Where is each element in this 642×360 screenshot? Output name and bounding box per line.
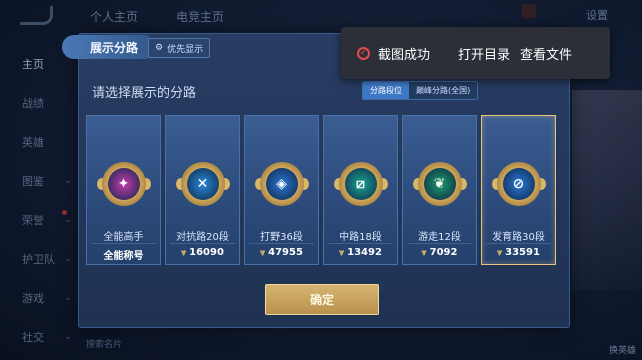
route-card-name: 游走12段 xyxy=(418,232,461,243)
route-card-value-text: 47955 xyxy=(268,247,303,258)
rank-points-icon: ⩔ xyxy=(260,248,266,258)
priority-display-button[interactable]: ⚙ 优先显示 xyxy=(148,38,211,58)
view-file-link[interactable]: 查看文件 xyxy=(520,44,572,63)
panel-title: 展示分路 xyxy=(90,40,139,55)
route-card[interactable]: ❦ 游走12段 ⩔ 7092 xyxy=(402,115,477,265)
segment-route-rank[interactable]: 分路段位 xyxy=(363,82,409,99)
route-card-name: 打野36段 xyxy=(260,232,303,243)
route-card-value: ⩔ 16090 xyxy=(166,247,239,258)
route-card[interactable]: ⧄ 中路18段 ⩔ 13492 xyxy=(323,115,398,265)
open-folder-link[interactable]: 打开目录 xyxy=(458,44,510,63)
route-card-value-text: 7092 xyxy=(429,247,458,258)
route-card[interactable]: ✦ 全能高手全能称号 xyxy=(86,115,161,265)
route-card-value-text: 13492 xyxy=(347,247,382,258)
route-card-value: 全能称号 xyxy=(87,247,160,262)
gear-icon: ⚙ xyxy=(155,43,164,53)
rank-emblem-icon: ◈ xyxy=(254,162,309,206)
card-divider xyxy=(91,243,156,244)
route-card-value: ⩔ 13492 xyxy=(324,247,397,258)
route-card-name: 对抗路20段 xyxy=(176,232,229,243)
route-card-value: ⩔ 47955 xyxy=(245,247,318,258)
card-divider xyxy=(170,243,235,244)
rank-emblem-icon: ⧄ xyxy=(333,162,388,206)
rank-emblem-icon: ✦ xyxy=(96,162,151,206)
rank-points-icon: ⩔ xyxy=(497,248,503,258)
confirm-button[interactable]: 确定 xyxy=(265,284,379,315)
card-divider xyxy=(328,243,393,244)
check-circle-icon: ✓ xyxy=(357,46,370,60)
panel-title-tab: 展示分路 xyxy=(62,35,150,59)
screenshot-toast: ✓ 截图成功 打开目录 查看文件 xyxy=(341,27,610,79)
card-divider xyxy=(249,243,314,244)
rank-emblem-icon: ❦ xyxy=(412,162,467,206)
segment-peak-route[interactable]: 巅峰分路(全国) xyxy=(409,82,478,99)
route-card-value-text: 33591 xyxy=(505,247,540,258)
route-card[interactable]: ◈ 打野36段 ⩔ 47955 xyxy=(244,115,319,265)
route-card-name: 全能高手 xyxy=(103,232,144,243)
toast-message: 截图成功 xyxy=(378,47,431,63)
route-card-value-text: 全能称号 xyxy=(103,251,144,262)
priority-display-label: 优先显示 xyxy=(167,44,204,55)
rank-points-icon: ⩔ xyxy=(421,248,427,258)
route-segment-control: 分路段位 巅峰分路(全国) xyxy=(362,81,479,100)
route-card[interactable]: ⊘ 发育路30段 ⩔ 33591 xyxy=(481,115,556,265)
rank-points-icon: ⩔ xyxy=(339,248,345,258)
rank-emblem-icon: ✕ xyxy=(175,162,230,206)
rank-points-icon: ⩔ xyxy=(181,248,187,258)
rank-emblem-icon: ⊘ xyxy=(491,162,546,206)
route-card-name: 发育路30段 xyxy=(492,232,545,243)
select-route-prompt: 请选择展示的分路 xyxy=(92,86,197,101)
route-cards: ✦ 全能高手 全能称号 ✕ 对抗路20段 ⩔ 16090 ◈ 打野36段 ⩔ 47955 ⧄ 中路18段… xyxy=(86,115,556,265)
route-card-value: ⩔ 33591 xyxy=(482,247,555,258)
route-card[interactable]: ✕ 对抗路20段 ⩔ 16090 xyxy=(165,115,240,265)
route-card-value: ⩔ 7092 xyxy=(403,247,476,258)
route-card-name: 中路18段 xyxy=(339,232,382,243)
card-divider xyxy=(486,243,551,244)
route-card-value-text: 16090 xyxy=(189,247,224,258)
card-divider xyxy=(407,243,472,244)
